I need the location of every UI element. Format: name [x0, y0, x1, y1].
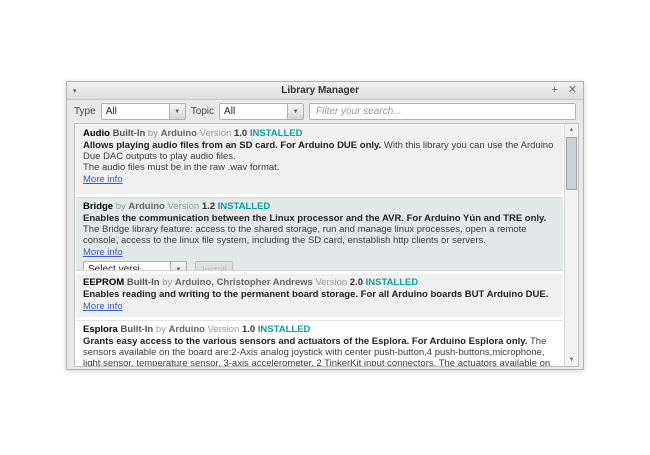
search-input[interactable] — [309, 103, 576, 120]
more-info-link[interactable]: More info — [83, 174, 123, 185]
more-info-link[interactable]: More info — [83, 247, 123, 258]
type-filter-label: Type — [74, 106, 96, 117]
version-select[interactable]: Select versi... ▼ — [83, 261, 187, 271]
library-title: Bridge by Arduino Version 1.2 INSTALLED — [83, 201, 556, 212]
more-info-link[interactable]: More info — [83, 301, 123, 312]
filter-bar: Type All ▼ Topic All ▼ — [67, 100, 583, 123]
description-line2: The audio files must be in the raw .wav … — [83, 162, 556, 173]
installed-badge: INSTALLED — [366, 277, 419, 288]
window-menu-icon[interactable]: ▾ — [73, 87, 89, 95]
list-item-eeprom[interactable]: EEPROM Built-In by Arduino, Christopher … — [76, 274, 563, 317]
library-manager-dialog: ▾ Library Manager + ✕ Type All ▼ Topic A… — [66, 81, 584, 370]
library-description: Enables reading and writing to the perma… — [83, 289, 556, 300]
install-controls: Select versi... ▼ Install — [83, 261, 556, 271]
version-select-value: Select versi... — [84, 262, 170, 271]
topic-filter-value: All — [220, 104, 287, 119]
list-item-bridge-selected[interactable]: Bridge by Arduino Version 1.2 INSTALLED … — [76, 197, 563, 271]
list-item-audio[interactable]: Audio Built-In by Arduino Version 1.0 IN… — [76, 125, 563, 194]
window-title: Library Manager — [89, 85, 551, 96]
library-title: Audio Built-In by Arduino Version 1.0 IN… — [83, 128, 556, 139]
scrollbar[interactable]: ▲ ▼ — [564, 124, 578, 366]
scroll-down-icon[interactable]: ▼ — [565, 354, 578, 366]
scroll-up-icon[interactable]: ▲ — [565, 124, 578, 136]
installed-badge: INSTALLED — [250, 128, 303, 139]
type-filter-value: All — [102, 104, 169, 119]
type-filter-dropdown[interactable]: All ▼ — [101, 103, 186, 120]
library-description: Allows playing audio files from an SD ca… — [83, 140, 556, 173]
title-bar[interactable]: ▾ Library Manager + ✕ — [67, 82, 583, 100]
library-title: EEPROM Built-In by Arduino, Christopher … — [83, 277, 556, 288]
installed-badge: INSTALLED — [218, 201, 271, 212]
library-entries: Audio Built-In by Arduino Version 1.0 IN… — [76, 125, 563, 366]
library-list: Audio Built-In by Arduino Version 1.0 IN… — [74, 123, 579, 367]
list-item-esplora[interactable]: Esplora Built-In by Arduino Version 1.0 … — [76, 320, 563, 366]
chevron-down-icon[interactable]: ▼ — [287, 104, 303, 119]
close-button[interactable]: ✕ — [568, 85, 577, 96]
library-description: Enables the communication between the Li… — [83, 213, 556, 246]
topic-filter-label: Topic — [191, 106, 214, 117]
desktop-background: ▾ Library Manager + ✕ Type All ▼ Topic A… — [0, 0, 650, 455]
chevron-down-icon[interactable]: ▼ — [169, 104, 185, 119]
library-title: Esplora Built-In by Arduino Version 1.0 … — [83, 324, 556, 335]
topic-filter-dropdown[interactable]: All ▼ — [219, 103, 304, 120]
maximize-button[interactable]: + — [551, 85, 557, 96]
library-description: Grants easy access to the various sensor… — [83, 336, 556, 366]
install-button[interactable]: Install — [195, 261, 233, 271]
chevron-down-icon[interactable]: ▼ — [170, 262, 186, 271]
installed-badge: INSTALLED — [258, 324, 311, 335]
scrollbar-thumb[interactable] — [566, 137, 577, 190]
